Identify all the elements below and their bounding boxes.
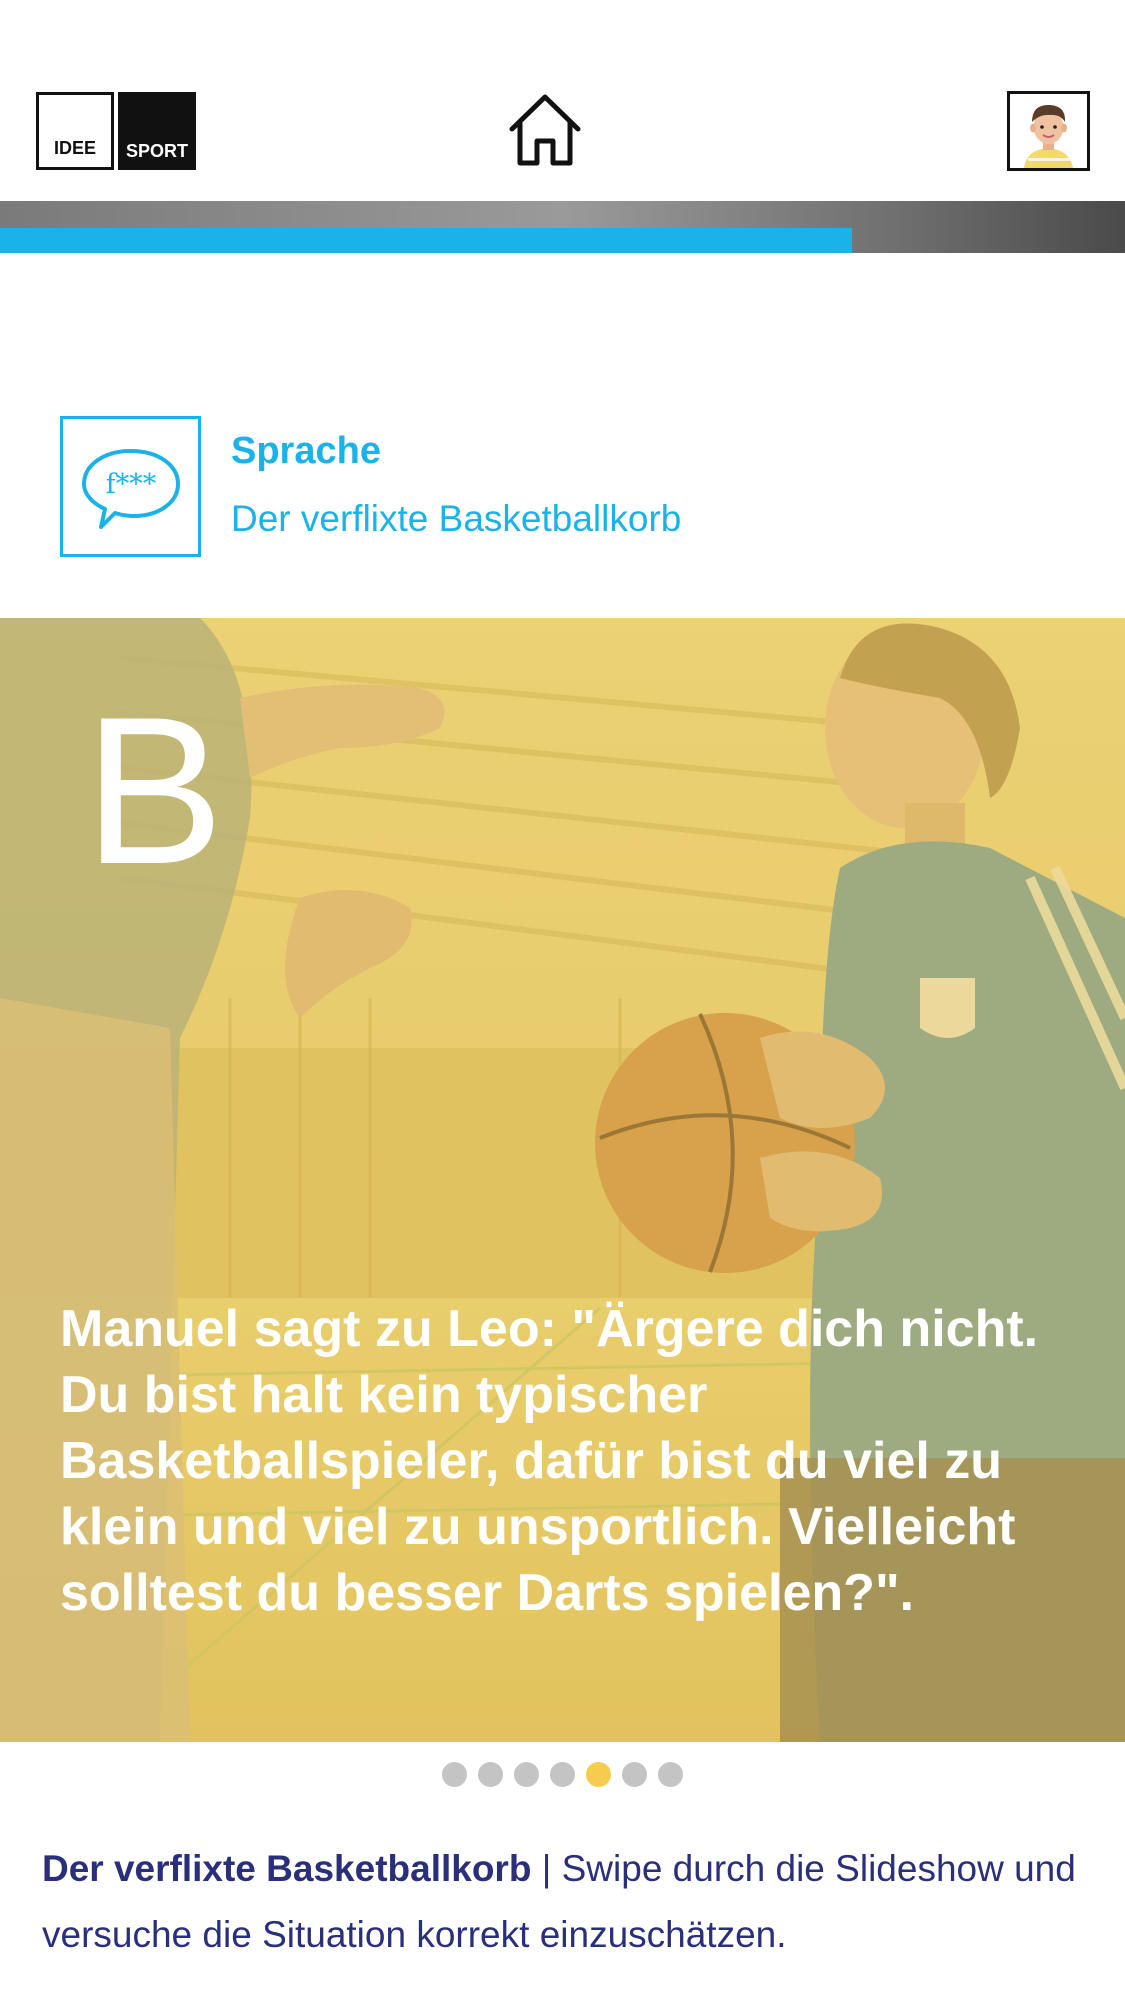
divider bbox=[0, 253, 1125, 255]
pagination-dot[interactable] bbox=[478, 1762, 503, 1787]
caption-separator: | bbox=[541, 1848, 552, 1889]
app-screen: IDEE SPORT f*** Sprache Der verflixte Ba… bbox=[0, 0, 1125, 2001]
top-bar: IDEE SPORT bbox=[0, 0, 1125, 201]
speech-bubble-text: f*** bbox=[105, 469, 156, 500]
idee-sport-logo[interactable]: IDEE SPORT bbox=[36, 92, 198, 170]
pagination-dot[interactable] bbox=[658, 1762, 683, 1787]
progress-bar-fill bbox=[0, 228, 852, 253]
home-icon bbox=[509, 94, 581, 166]
slideshow-pagination bbox=[0, 1762, 1125, 1790]
category-subtitle: Der verflixte Basketballkorb bbox=[231, 498, 682, 539]
pagination-dot[interactable] bbox=[514, 1762, 539, 1787]
progress-bar bbox=[0, 228, 1125, 253]
home-button[interactable] bbox=[505, 90, 585, 170]
speech-bubble-icon: f*** bbox=[60, 416, 201, 557]
slide-letter: B bbox=[84, 673, 225, 908]
logo-sport-label: SPORT bbox=[118, 92, 196, 170]
pagination-dot[interactable] bbox=[442, 1762, 467, 1787]
profile-avatar-button[interactable] bbox=[1007, 91, 1090, 171]
caption-title: Der verflixte Basketballkorb bbox=[42, 1848, 532, 1889]
category-title: Sprache bbox=[231, 430, 381, 472]
avatar-boy-icon bbox=[1010, 94, 1087, 168]
pagination-dot[interactable] bbox=[550, 1762, 575, 1787]
logo-idee-label: IDEE bbox=[36, 92, 114, 170]
slide-situation-text: Manuel sagt zu Leo: "Ärgere dich nicht. … bbox=[60, 1300, 1039, 1622]
pagination-dot-active[interactable] bbox=[586, 1762, 611, 1787]
slideshow-caption: Der verflixte Basketballkorb | Swipe dur… bbox=[42, 1836, 1102, 1968]
slideshow-slide[interactable]: B Manuel sagt zu Leo: "Ärgere dich nicht… bbox=[0, 618, 1125, 1742]
category-header: f*** Sprache Der verflixte Basketballkor… bbox=[60, 416, 1060, 560]
pagination-dot[interactable] bbox=[622, 1762, 647, 1787]
